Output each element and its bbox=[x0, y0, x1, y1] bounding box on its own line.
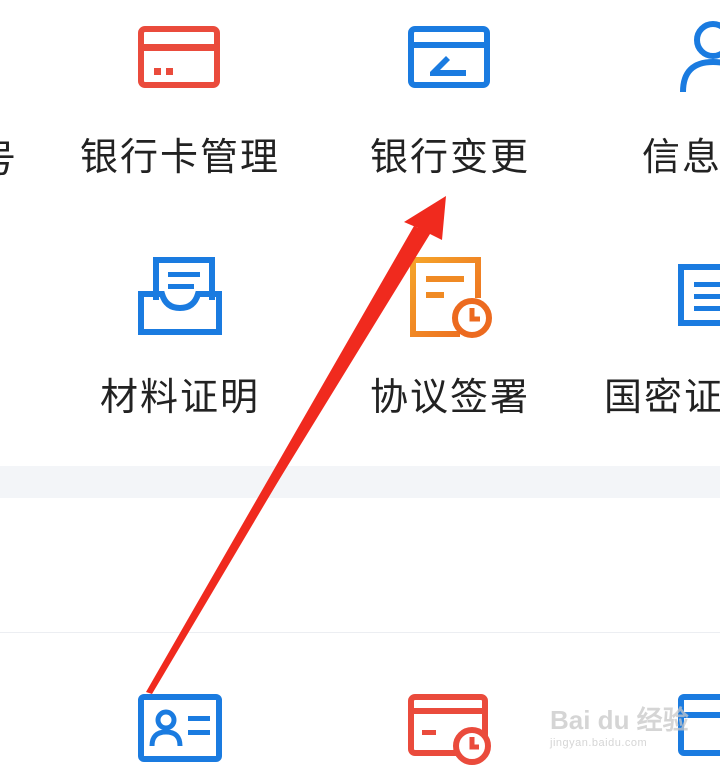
watermark-main: Bai du 经验 bbox=[550, 705, 689, 735]
watermark-sub: jingyan.baidu.com bbox=[550, 737, 648, 749]
annotation-arrow bbox=[146, 196, 446, 694]
watermark: Bai du 经验 jingyan.baidu.com bbox=[550, 700, 689, 749]
